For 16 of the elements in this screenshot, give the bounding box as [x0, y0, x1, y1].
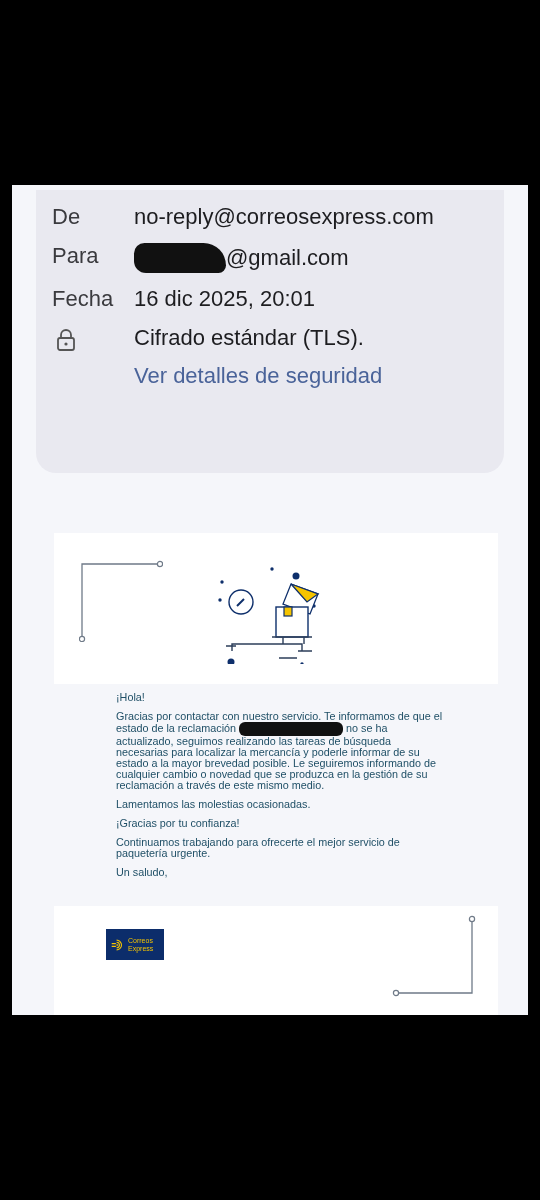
field-label: Para	[52, 243, 100, 269]
security-text: Cifrado estándar (TLS).	[134, 325, 365, 351]
field-value: 16 dic 2025, 20:01	[134, 286, 316, 312]
message-line: Continuamos trabajando para ofrecerte el mejor servicio de paquetería urgente.	[116, 837, 401, 859]
field-value: no-reply@correosexpress.com	[134, 204, 434, 230]
greeting-text: ¡Hola!	[116, 692, 146, 703]
security-details-link[interactable]: Ver detalles de seguridad	[134, 363, 383, 389]
lock-icon	[56, 328, 76, 352]
field-label: Fecha	[52, 286, 115, 312]
field-label: De	[52, 204, 82, 230]
message-paragraph: Gracias por contactar con nuestro servicio. Te informamos de que el estado de la reclamación no se ha actualizado, seguimos realizando las tareas de búsqueda necesarias para localizar la mercancía y poderle informar de su estado a la mayor brevedad posible. Le seguiremos informando de cualquier cambio o novedad que se produzca en la gestión de su reclamación a través de este mismo medio.	[116, 711, 444, 791]
message-line: Lamentamos las molestias ocasionadas.	[116, 799, 312, 810]
logo-icon	[111, 937, 125, 952]
message-line: ¡Gracias por tu confianza!	[116, 818, 241, 829]
field-value: @gmail.com	[226, 245, 349, 271]
message-line: Un saludo,	[116, 867, 169, 878]
